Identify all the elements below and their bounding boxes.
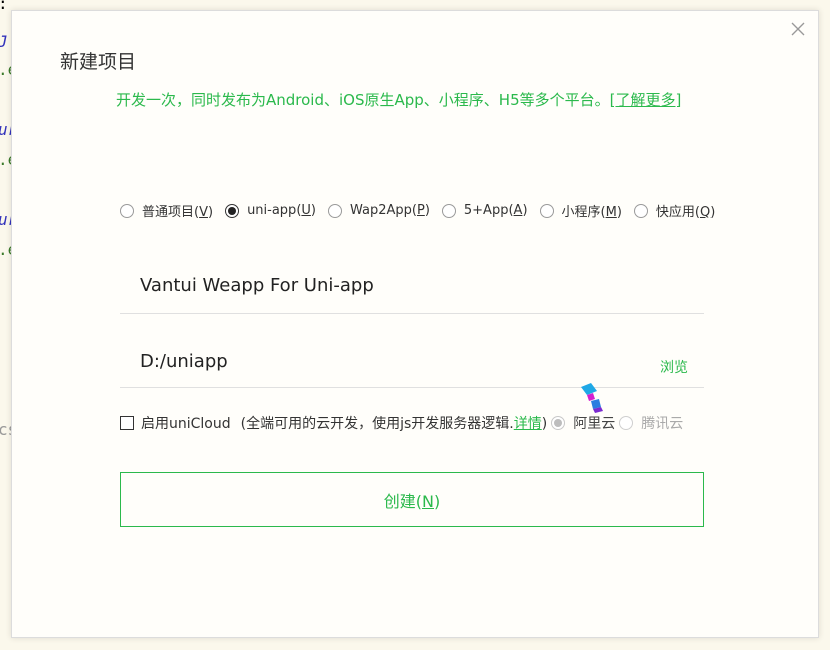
project-type-label: 普通项目(V) — [142, 205, 214, 220]
provider-label: 腾讯云 — [641, 416, 684, 432]
radio-button[interactable] — [551, 416, 566, 430]
learn-more-link[interactable]: [了解更多] — [610, 91, 682, 109]
project-path-input[interactable] — [120, 345, 620, 377]
provider-tencent[interactable]: 腾讯云 — [619, 413, 683, 433]
project-type-label: 5+App(A) — [463, 203, 528, 218]
project-type-5plus-app[interactable]: 5+App(A) — [441, 203, 528, 218]
project-type-uni-app[interactable]: uni-app(U) — [225, 203, 316, 218]
project-path-field: 浏览 — [120, 345, 704, 388]
new-project-dialog: 新建项目 开发一次，同时发布为Android、iOS原生App、小程序、H5等多… — [11, 10, 819, 638]
project-type-quick-app[interactable]: 快应用(Q) — [633, 201, 716, 220]
mouse-cursor-icon — [581, 383, 603, 413]
unicloud-detail-link[interactable]: 详情 — [514, 416, 542, 432]
create-button-label: 创建(N) — [383, 491, 441, 511]
browse-button[interactable]: 浏览 — [660, 357, 688, 377]
radio-button[interactable] — [225, 203, 240, 218]
provider-aliyun[interactable]: 阿里云 — [551, 413, 615, 433]
dialog-title: 新建项目 — [60, 51, 137, 73]
close-icon — [791, 22, 805, 36]
subtitle-text: 开发一次，同时发布为Android、iOS原生App、小程序、H5等多个平台。 — [116, 91, 610, 109]
unicloud-checkbox[interactable] — [120, 416, 134, 430]
radio-button[interactable] — [633, 203, 648, 218]
project-type-mini-program[interactable]: 小程序(M) — [539, 201, 622, 220]
radio-button[interactable] — [327, 203, 342, 218]
background-code-fragment: J — [0, 32, 8, 51]
unicloud-row: 启用uniCloud (全端可用的云开发，使用js开发服务器逻辑.详情) 阿里云… — [120, 413, 683, 433]
create-button[interactable]: 创建(N) — [120, 472, 704, 527]
radio-button[interactable] — [120, 203, 134, 218]
provider-label: 阿里云 — [573, 416, 616, 432]
project-type-selector: 普通项目(V) uni-app(U) Wap2App(P) 5+App(A) 小… — [120, 201, 727, 220]
dialog-subtitle: 开发一次，同时发布为Android、iOS原生App、小程序、H5等多个平台。[… — [116, 89, 681, 110]
radio-button[interactable] — [619, 416, 634, 430]
project-type-label: uni-app(U) — [247, 203, 316, 218]
project-type-label: 小程序(M) — [561, 205, 622, 220]
unicloud-label: 启用uniCloud — [141, 416, 231, 432]
project-type-wap2app[interactable]: Wap2App(P) — [327, 203, 430, 218]
radio-button[interactable] — [441, 203, 456, 218]
project-name-field — [120, 269, 704, 314]
project-name-input[interactable] — [120, 269, 704, 301]
close-button[interactable] — [790, 21, 806, 37]
project-type-label: Wap2App(P) — [349, 203, 430, 218]
unicloud-description: (全端可用的云开发，使用js开发服务器逻辑.详情) — [240, 416, 548, 432]
radio-button[interactable] — [539, 203, 554, 218]
project-type-label: 快应用(Q) — [655, 205, 716, 220]
project-type-normal[interactable]: 普通项目(V) — [120, 201, 213, 220]
